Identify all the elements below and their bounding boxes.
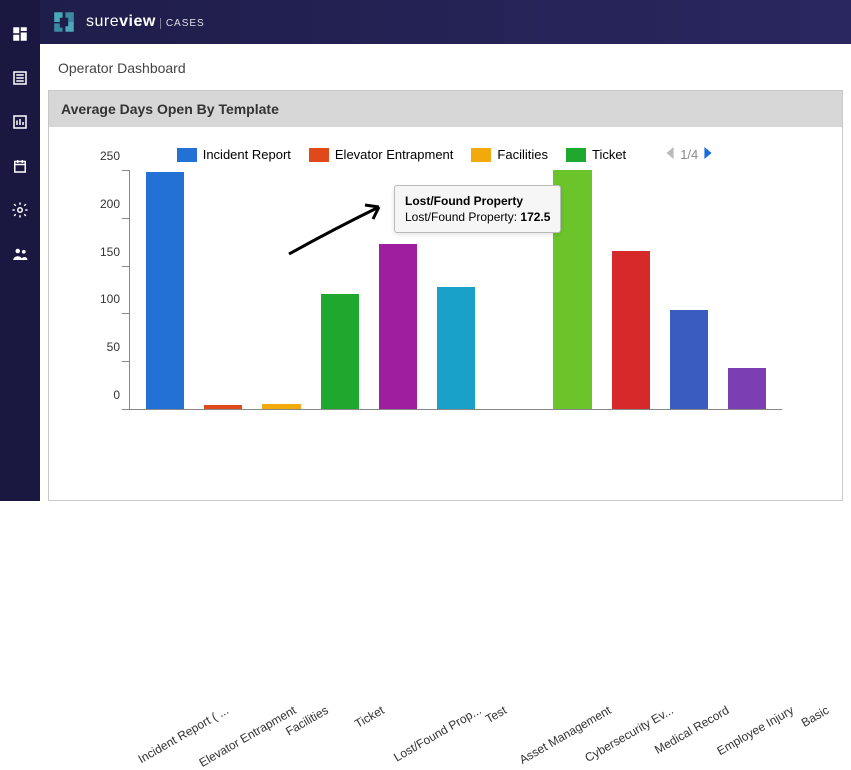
- bar[interactable]: [379, 244, 417, 409]
- bar[interactable]: [262, 404, 300, 409]
- pager-next-icon[interactable]: [702, 147, 714, 162]
- bar[interactable]: [670, 310, 708, 409]
- y-tick-label: 50: [107, 340, 130, 354]
- swatch-icon: [177, 148, 197, 162]
- sidebar: [0, 0, 40, 501]
- nav-chart-icon[interactable]: [10, 112, 30, 132]
- nav-list-icon[interactable]: [10, 68, 30, 88]
- swatch-icon: [309, 148, 329, 162]
- x-tick-label: Ticket: [352, 703, 386, 731]
- x-tick-label: Lost/Found Prop...: [392, 703, 485, 764]
- bar[interactable]: [553, 170, 591, 409]
- x-tick-label: Test: [483, 703, 509, 726]
- legend-item[interactable]: Ticket: [566, 147, 626, 162]
- legend-item[interactable]: Elevator Entrapment: [309, 147, 454, 162]
- legend: Incident Report Elevator Entrapment Faci…: [89, 147, 802, 162]
- swatch-icon: [471, 148, 491, 162]
- y-tick-label: 0: [113, 388, 130, 402]
- y-tick-label: 250: [100, 149, 130, 163]
- page-title: Operator Dashboard: [48, 52, 843, 84]
- pager-text: 1/4: [680, 147, 698, 162]
- nav-dashboard-icon[interactable]: [10, 24, 30, 44]
- plot-area[interactable]: 050100150200250: [129, 170, 782, 410]
- card-title: Average Days Open By Template: [49, 91, 842, 127]
- bar[interactable]: [146, 172, 184, 409]
- x-tick-label: Basic: [799, 703, 831, 730]
- legend-item[interactable]: Incident Report: [177, 147, 291, 162]
- bar[interactable]: [437, 287, 475, 409]
- topbar: sureviewCASES: [40, 0, 851, 44]
- legend-pager: 1/4: [664, 147, 714, 162]
- legend-item[interactable]: Facilities: [471, 147, 548, 162]
- nav-users-icon[interactable]: [10, 244, 30, 264]
- y-tick-label: 200: [100, 197, 130, 211]
- logo-text: sureviewCASES: [86, 13, 205, 31]
- y-tick-label: 100: [100, 292, 130, 306]
- logo-icon: [50, 8, 78, 36]
- y-tick-label: 150: [100, 245, 130, 259]
- bar[interactable]: [612, 251, 650, 409]
- bar[interactable]: [728, 368, 766, 409]
- bar[interactable]: [321, 294, 359, 409]
- swatch-icon: [566, 148, 586, 162]
- nav-calendar-icon[interactable]: [10, 156, 30, 176]
- bar[interactable]: [204, 405, 242, 409]
- chart-card: Average Days Open By Template Incident R…: [48, 90, 843, 501]
- nav-settings-icon[interactable]: [10, 200, 30, 220]
- chart: Incident Report Elevator Entrapment Faci…: [49, 127, 842, 500]
- pager-prev-icon[interactable]: [664, 147, 676, 162]
